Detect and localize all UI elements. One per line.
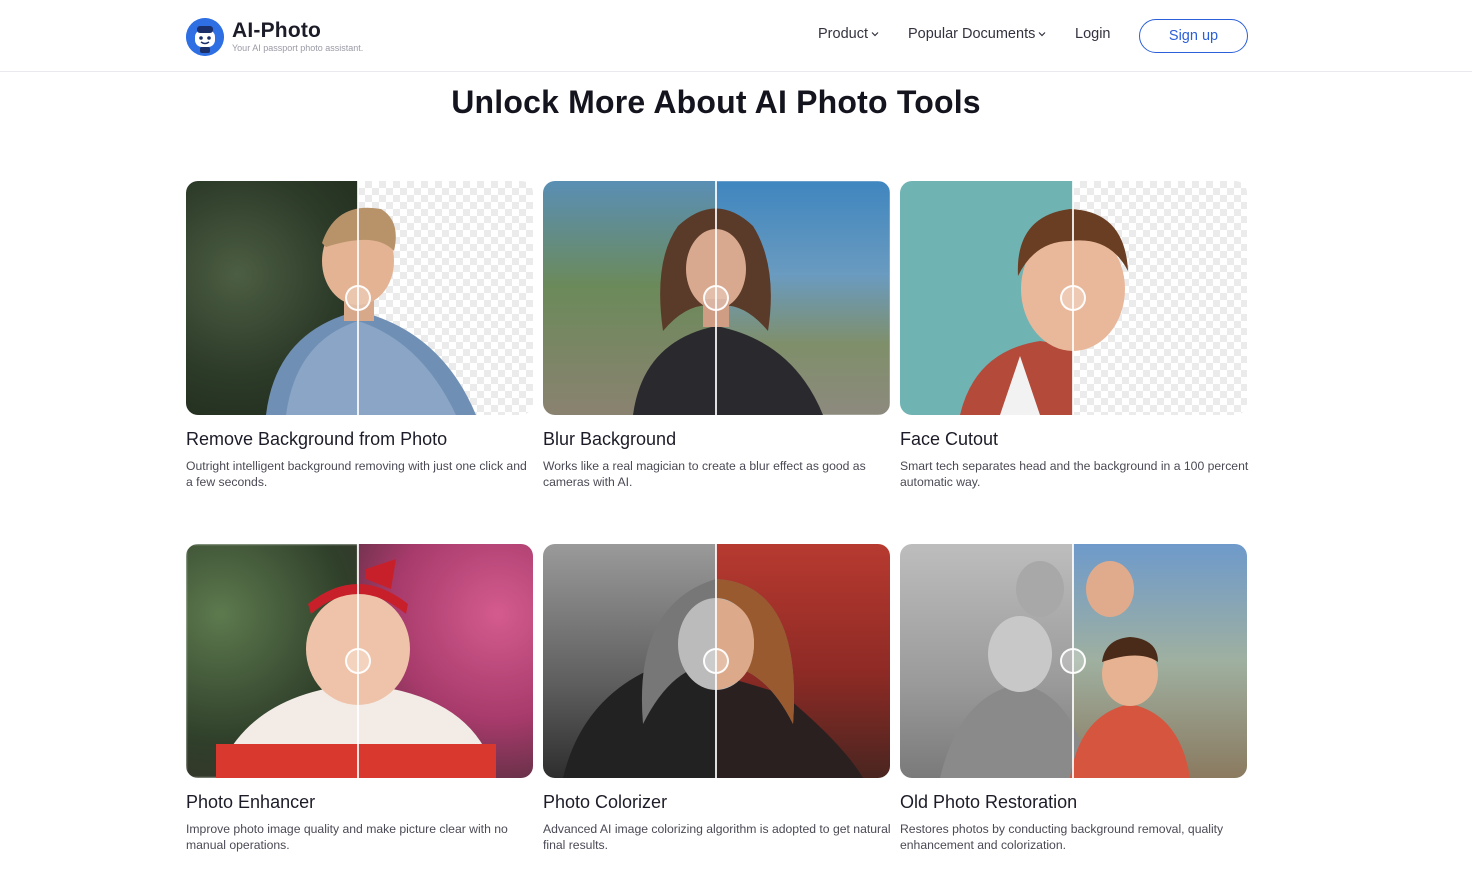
tool-title: Remove Background from Photo <box>186 429 448 449</box>
signup-button[interactable]: Sign up <box>1139 19 1248 53</box>
tool-title: Face Cutout <box>900 429 999 449</box>
before-after-slider[interactable] <box>186 181 533 415</box>
nav-login[interactable]: Login <box>1075 26 1110 42</box>
tool-description: Improve photo image quality and make pic… <box>186 822 508 852</box>
slider-handle-icon[interactable] <box>1060 648 1086 674</box>
slider-handle-icon[interactable] <box>345 285 371 311</box>
logo-tagline: Your AI passport photo assistant. <box>232 43 364 53</box>
tool-title: Old Photo Restoration <box>900 792 1078 812</box>
slider-handle-icon[interactable] <box>1060 285 1086 311</box>
tool-description: Smart tech separates head and the backgr… <box>900 459 1249 489</box>
before-after-slider[interactable] <box>543 181 890 415</box>
slider-handle-icon[interactable] <box>345 648 371 674</box>
chevron-down-icon <box>1038 32 1046 37</box>
before-after-slider[interactable] <box>186 544 533 778</box>
robot-logo-icon <box>186 18 224 56</box>
before-after-slider[interactable] <box>900 544 1247 778</box>
slider-handle-icon[interactable] <box>703 648 729 674</box>
tool-title: Photo Colorizer <box>543 792 668 812</box>
slider-handle-icon[interactable] <box>703 285 729 311</box>
chevron-down-icon <box>871 32 879 37</box>
tool-description: Works like a real magician to create a b… <box>543 459 866 489</box>
logo-title: AI-Photo <box>232 19 322 42</box>
nav-login-label: Login <box>1075 26 1111 42</box>
tool-description: Advanced AI image colorizing algorithm i… <box>543 822 891 852</box>
tool-description: Outright intelligent background removing… <box>186 459 527 489</box>
before-after-slider[interactable] <box>543 544 890 778</box>
tool-title: Blur Background <box>543 429 677 449</box>
tool-title: Photo Enhancer <box>186 792 316 812</box>
before-after-slider[interactable] <box>900 181 1247 415</box>
tool-description: Restores photos by conducting background… <box>900 822 1224 852</box>
nav-popular-documents[interactable]: Popular Documents <box>908 26 1046 42</box>
nav-product-label: Product <box>818 26 868 42</box>
site-header: AI-Photo Your AI passport photo assistan… <box>0 0 1472 72</box>
nav-product[interactable]: Product <box>818 26 879 42</box>
page-title: Unlock More About AI Photo Tools <box>451 84 981 120</box>
logo[interactable]: AI-Photo Your AI passport photo assistan… <box>186 17 386 57</box>
nav-popular-documents-label: Popular Documents <box>908 26 1036 42</box>
